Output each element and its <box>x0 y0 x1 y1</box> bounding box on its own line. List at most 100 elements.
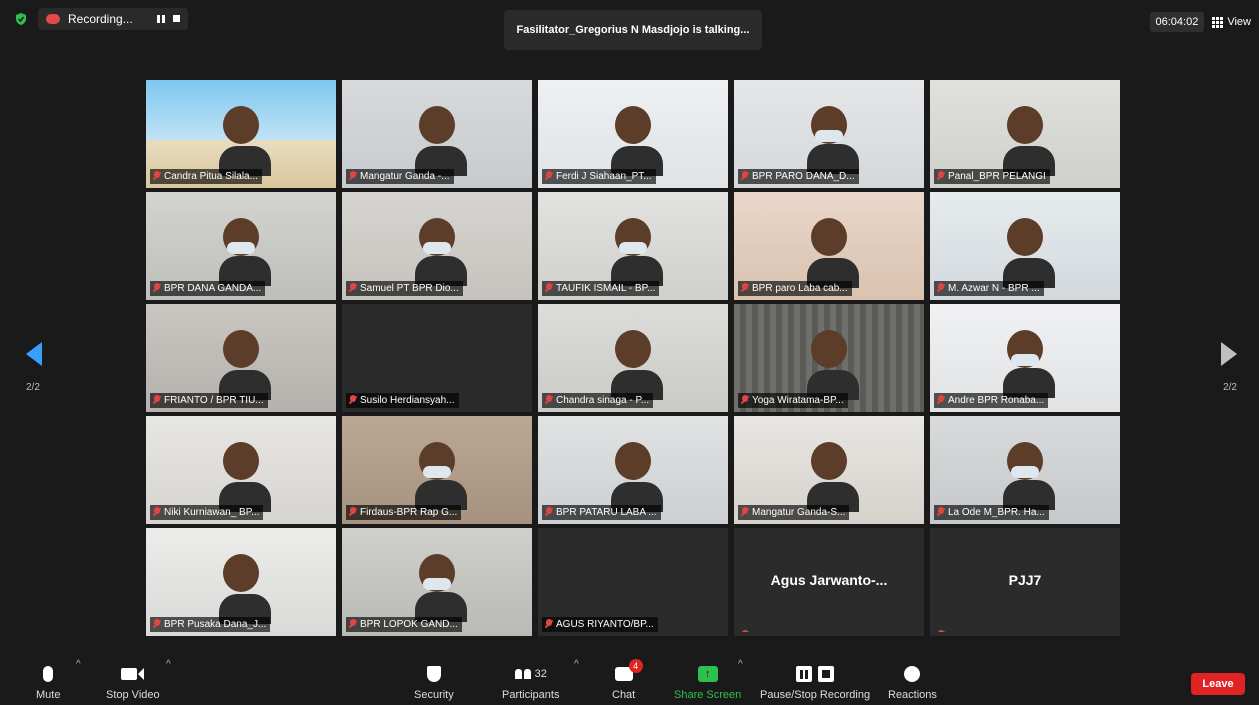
participant-tile[interactable]: Andre BPR Ronaba... <box>930 304 1120 412</box>
participant-name-label: BPR Pusaka Dana_J... <box>150 617 271 632</box>
chat-label: Chat <box>612 689 636 701</box>
participant-name-label: BPR LOPOK GAND... <box>346 617 462 632</box>
participants-button[interactable]: 32 Participants <box>502 663 559 701</box>
participant-video-silhouette <box>611 442 663 512</box>
top-right-controls: 06:04:02 View <box>1149 12 1251 32</box>
participant-name-label: BPR PARO DANA_D... <box>738 169 859 184</box>
view-label: View <box>1227 16 1251 28</box>
participants-icon <box>514 669 531 679</box>
participants-count: 32 <box>534 668 547 680</box>
view-button[interactable]: View <box>1212 16 1251 28</box>
reactions-button[interactable]: Reactions <box>888 663 937 701</box>
muted-mic-icon <box>741 395 749 405</box>
muted-mic-icon <box>349 171 357 181</box>
active-speaker-banner: Fasilitator_Gregorius N Masdjojo is talk… <box>504 10 762 50</box>
participant-tile[interactable]: BPR paro Laba cab... <box>734 192 924 300</box>
participant-name-text: AGUS RIYANTO/BP... <box>556 619 654 630</box>
participant-tile[interactable]: BPR PATARU LABA ... <box>538 416 728 524</box>
participant-tile[interactable]: BPR LOPOK GAND... <box>342 528 532 636</box>
reactions-label: Reactions <box>888 689 937 701</box>
participant-tile[interactable]: AGUS RIYANTO/BP... <box>538 528 728 636</box>
muted-mic-icon <box>153 283 161 293</box>
share-screen-icon: ↑ <box>697 666 718 682</box>
participant-tile[interactable]: Samuel PT BPR Dio... <box>342 192 532 300</box>
muted-mic-icon <box>937 283 945 293</box>
participant-tile[interactable]: BPR PARO DANA_D... <box>734 80 924 188</box>
muted-mic-icon <box>153 171 161 181</box>
cloud-record-icon <box>46 14 60 24</box>
video-gallery: Candra Pitua Silala... Mangatur Ganda -..… <box>146 80 1120 636</box>
muted-mic-icon <box>153 395 161 405</box>
participant-tile[interactable]: La Ode M_BPR. Ha... <box>930 416 1120 524</box>
stop-recording-icon[interactable] <box>172 15 180 22</box>
leave-button[interactable]: Leave <box>1191 673 1245 695</box>
security-shield-icon <box>16 13 26 25</box>
recording-label: Recording... <box>68 12 133 26</box>
participant-name-label: AGUS RIYANTO/BP... <box>542 617 658 632</box>
participant-tile[interactable]: BPR DANA GANDA... <box>146 192 336 300</box>
participant-name-label: M. Azwar N - BPR ... <box>934 281 1044 296</box>
participant-tile[interactable]: Niki Kurniawan_ BP... <box>146 416 336 524</box>
security-button[interactable]: Security <box>414 663 454 701</box>
participant-video-silhouette <box>807 218 859 288</box>
participant-tile[interactable]: Mangatur Ganda -... <box>342 80 532 188</box>
muted-mic-icon <box>545 395 553 405</box>
share-screen-button[interactable]: ↑ Share Screen <box>674 663 741 701</box>
muted-mic-icon <box>545 507 553 517</box>
participant-video-silhouette <box>611 106 663 176</box>
video-options-caret-icon[interactable]: ^ <box>166 659 171 670</box>
pause-recording-icon[interactable] <box>156 15 165 23</box>
chat-unread-badge: 4 <box>628 659 643 673</box>
chat-button[interactable]: 4 Chat <box>612 659 643 701</box>
participant-name-text: Chandra sinaga - P... <box>556 395 650 406</box>
participant-tile[interactable]: FRIANTO / BPR TIU... <box>146 304 336 412</box>
participant-tile[interactable]: TAUFIK ISMAIL - BP... <box>538 192 728 300</box>
mute-label: Mute <box>36 689 61 701</box>
participant-video-silhouette <box>219 442 271 512</box>
participant-name-text: Niki Kurniawan_ BP... <box>164 507 260 518</box>
meeting-toolbar: Mute ^ Stop Video ^ Security 32 Particip… <box>0 645 1259 705</box>
participant-tile[interactable]: Agus Jarwanto-... <box>734 528 924 636</box>
participant-video-silhouette <box>807 106 859 174</box>
participant-tile[interactable]: Chandra sinaga - P... <box>538 304 728 412</box>
participant-tile[interactable]: M. Azwar N - BPR ... <box>930 192 1120 300</box>
grid-view-icon <box>1212 16 1224 28</box>
participant-name-text: Andre BPR Ronaba... <box>948 395 1045 406</box>
participant-tile[interactable]: Mangatur Ganda-S... <box>734 416 924 524</box>
muted-mic-icon <box>937 630 945 632</box>
previous-page-button[interactable] <box>26 342 42 366</box>
mute-button[interactable]: Mute <box>36 663 60 701</box>
muted-mic-icon <box>741 171 749 181</box>
participant-tile[interactable]: Ferdi J Siahaan_PT... <box>538 80 728 188</box>
participant-display-name: PJJ7 <box>1008 572 1042 588</box>
participant-tile[interactable]: Yoga Wiratama-BP... <box>734 304 924 412</box>
shield-icon <box>426 666 441 682</box>
pause-stop-recording-button[interactable]: Pause/Stop Recording <box>760 663 870 701</box>
participant-video-silhouette <box>219 218 271 286</box>
muted-mic-icon <box>741 630 749 632</box>
participant-tile[interactable]: Candra Pitua Silala... <box>146 80 336 188</box>
audio-options-caret-icon[interactable]: ^ <box>76 659 81 670</box>
participant-name-text: BPR PATARU LABA ... <box>556 507 657 518</box>
muted-mic-icon <box>153 619 161 629</box>
next-page-button[interactable] <box>1221 342 1237 366</box>
participant-name-label: Chandra sinaga - P... <box>542 393 654 408</box>
stop-video-button[interactable]: Stop Video <box>106 663 160 701</box>
meeting-timer: 06:04:02 <box>1149 12 1205 32</box>
recording-pill: Recording... <box>38 8 188 30</box>
participant-video-silhouette <box>611 218 663 286</box>
participant-tile[interactable]: Panal_BPR PELANGI <box>930 80 1120 188</box>
participant-name-label: Panal_BPR PELANGI <box>934 169 1050 184</box>
participant-name-label: Andre BPR Ronaba... <box>934 393 1049 408</box>
participant-name-label: Mangatur Ganda-S... <box>738 505 850 520</box>
participant-tile[interactable]: Susilo Herdiansyah... <box>342 304 532 412</box>
participant-tile[interactable]: Firdaus-BPR Rap G... <box>342 416 532 524</box>
share-options-caret-icon[interactable]: ^ <box>738 659 743 670</box>
participant-video-silhouette <box>1003 106 1055 176</box>
participant-tile[interactable]: PJJ7 <box>930 528 1120 636</box>
participants-options-caret-icon[interactable]: ^ <box>574 659 579 670</box>
participant-video-silhouette <box>807 442 859 512</box>
participant-tile[interactable]: BPR Pusaka Dana_J... <box>146 528 336 636</box>
muted-mic-icon <box>349 507 357 517</box>
participant-name-label: La Ode M_BPR. Ha... <box>934 505 1049 520</box>
